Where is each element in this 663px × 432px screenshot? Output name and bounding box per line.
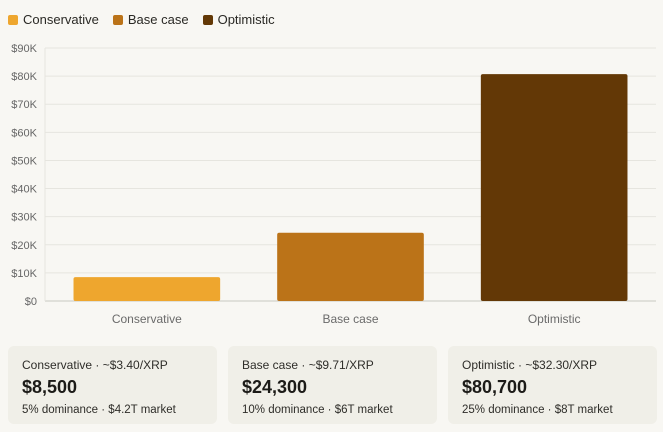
legend-swatch-optimistic: [202, 14, 213, 25]
card-value: $24,300: [242, 377, 308, 397]
bar-base-case: [277, 232, 424, 301]
card-value: $80,700: [462, 377, 528, 397]
card-title: Conservative · ~$3.40/XRP: [22, 358, 168, 372]
card-subtitle: 5% dominance · $4.2T market: [22, 404, 176, 416]
legend-swatch-base-case: [112, 14, 123, 25]
x-tick-label: Conservative: [112, 312, 182, 326]
y-tick-label: $70K: [11, 99, 37, 111]
y-tick-label: $60K: [11, 127, 37, 139]
card-value: $8,500: [22, 377, 78, 397]
card-subtitle: 25% dominance · $8T market: [462, 404, 613, 416]
card-subtitle: 10% dominance · $6T market: [242, 404, 393, 416]
y-tick-label: $20K: [11, 240, 37, 252]
legend-item-conservative: Conservative: [8, 12, 99, 27]
bar-optimistic: [480, 74, 628, 301]
legend-swatch-conservative: [8, 14, 18, 25]
bar-conservative: [73, 277, 221, 301]
legend-item-optimistic: Optimistic: [202, 12, 275, 27]
y-tick-label: $10K: [11, 268, 37, 280]
legend-item-base-case: Base case: [112, 12, 189, 27]
chart-legend: Conservative Base case Optimistic: [8, 12, 275, 27]
card-title: Base case · ~$9.71/XRP: [242, 358, 374, 372]
scenario-card-conservative: Conservative · ~$3.40/XRP $8,500 5% domi…: [8, 346, 217, 424]
scenario-cards: Conservative · ~$3.40/XRP $8,500 5% domi…: [8, 346, 657, 424]
x-tick-label: Base case: [322, 312, 378, 326]
y-tick-label: $50K: [11, 155, 37, 167]
x-tick-label: Optimistic: [528, 312, 581, 326]
y-tick-label: $90K: [11, 43, 37, 55]
y-tick-label: $30K: [11, 212, 37, 224]
legend-label-conservative: Conservative: [23, 12, 99, 27]
y-tick-label: $0: [25, 296, 37, 308]
card-title: Optimistic · ~$32.30/XRP: [462, 358, 598, 372]
scenario-card-base-case: Base case · ~$9.71/XRP $24,300 10% domin…: [228, 346, 437, 424]
bar-chart: $0 $10K $20K $30K $40K $50K $60K $70K $80K $90K Co…: [11, 43, 656, 326]
scenario-card-optimistic: Optimistic · ~$32.30/XRP $80,700 25% dom…: [448, 346, 657, 424]
y-tick-label: $80K: [11, 71, 37, 83]
y-tick-label: $40K: [11, 184, 37, 196]
legend-label-base-case: Base case: [127, 12, 189, 27]
legend-label-optimistic: Optimistic: [217, 12, 275, 27]
